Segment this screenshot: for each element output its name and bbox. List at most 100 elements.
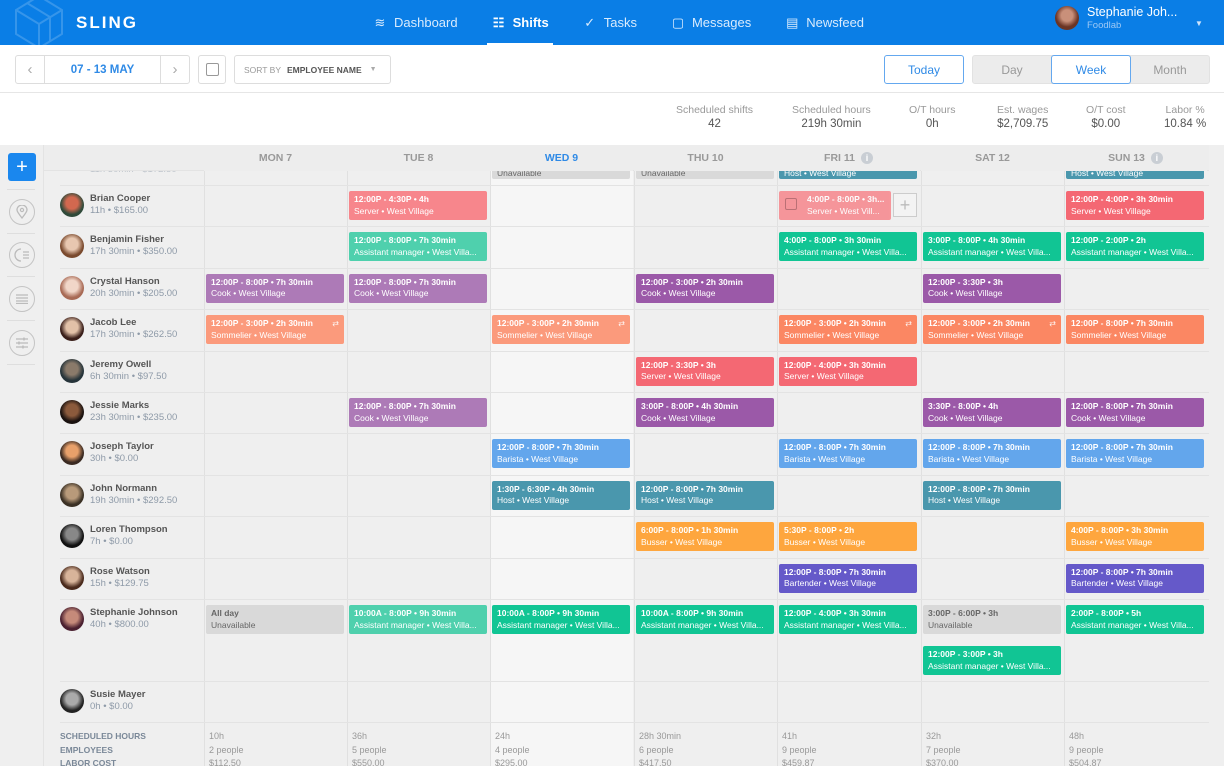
shift-block[interactable]: 10:00A - 8:00P • 9h 30min Assistant manag… xyxy=(349,605,487,634)
shift-block[interactable]: 12:00P - 8:00P • 7h 30min Bartender • Wes… xyxy=(1066,563,1204,593)
swap-icon[interactable]: ⇄ xyxy=(332,318,339,330)
employee-row-header[interactable]: Susie Mayer 0h • $0.00 xyxy=(60,689,206,713)
add-shift-button[interactable]: + xyxy=(8,153,36,181)
stat-label: Labor % xyxy=(1165,104,1205,116)
select-all-checkbox[interactable] xyxy=(198,55,226,84)
employee-row-header[interactable]: Benjamin Fisher 17h 30min • $350.00 xyxy=(60,234,206,259)
employee-row-header[interactable]: Jeremy Owell 6h 30min • $97.50 xyxy=(60,358,206,383)
employee-row-header[interactable]: Stephanie Johnson 40h • $800.00 xyxy=(60,607,206,631)
shift-block[interactable]: 12:00P - 4:00P • 3h 30min Server • West V… xyxy=(1066,191,1204,220)
day-column xyxy=(634,171,777,766)
unavailability-block[interactable]: All day Unavailable xyxy=(206,605,344,634)
shift-block[interactable]: 6:00P - 8:00P • 1h 30min Busser • West Vi… xyxy=(636,522,774,552)
shift-block[interactable]: 5:30P - 8:00P • 2h Busser • West Village xyxy=(779,522,917,552)
day-header[interactable]: THU 10 xyxy=(634,145,777,171)
employee-row-header[interactable]: Joseph Taylor 30h • $0.00 xyxy=(60,441,206,466)
employee-row-header[interactable]: John Normann 19h 30min • $292.50 xyxy=(60,482,206,507)
shift-time: 12:00P - 8:00P • 7h 30min xyxy=(497,442,599,453)
prev-week-button[interactable]: ‹ xyxy=(16,56,44,83)
stat-est-wages: Est. wages $2,709.75 xyxy=(997,104,1048,130)
user-list-icon[interactable] xyxy=(9,242,35,268)
shift-role: Unavailable xyxy=(211,619,256,630)
employee-row-header[interactable]: Loren Thompson 7h • $0.00 xyxy=(60,524,206,549)
nav-label: Newsfeed xyxy=(806,15,865,30)
employee-row-header[interactable]: Rose Watson 15h • $129.75 xyxy=(60,565,206,590)
employee-row-header[interactable]: Jessie Marks 23h 30min • $235.00 xyxy=(60,400,206,424)
nav-dashboard[interactable]: ≋ Dashboard xyxy=(372,0,458,45)
shift-block[interactable]: 12:00P - 8:00P • 7h 30min Cook • West Vil… xyxy=(349,273,487,303)
shift-block[interactable]: 12:00P - 3:00P • 2h 30min Cook • West Vil… xyxy=(636,273,774,303)
shift-block[interactable]: 3:00P - 8:00P • 4h 30min Assistant manage… xyxy=(923,232,1061,262)
next-week-button[interactable]: › xyxy=(161,56,189,83)
chevron-right-icon: › xyxy=(172,61,178,78)
sort-by-dropdown[interactable]: SORT BY EMPLOYEE NAME ▼ xyxy=(234,55,391,84)
shift-block[interactable]: 12:00P - 8:00P • 7h 30min Assistant manag… xyxy=(349,232,487,262)
today-button[interactable]: Today xyxy=(884,55,964,84)
shift-block[interactable]: 12:00P - 3:00P • 2h 30min Sommelier • Wes… xyxy=(923,315,1061,345)
employee-avatar xyxy=(60,441,84,466)
shift-block[interactable]: 12:00P - 8:00P • 7h 30min Barista • West … xyxy=(779,439,917,469)
shift-block[interactable]: 12:00P - 8:00P • 7h 30min Cook • West Vil… xyxy=(1066,398,1204,427)
employee-row-header[interactable]: Jacob Lee 17h 30min • $262.50 xyxy=(60,317,206,342)
day-header[interactable]: SAT 12 xyxy=(921,145,1064,171)
shift-block[interactable]: 12:00P - 3:00P • 2h 30min Sommelier • Wes… xyxy=(206,315,344,345)
day-header[interactable]: WED 9 xyxy=(490,145,633,171)
shift-block[interactable]: 1:30P - 6:30P • 4h 30min Host • West Vill… xyxy=(492,480,630,510)
unavailability-block[interactable]: 3:00P - 6:00P • 3h Unavailable xyxy=(923,605,1061,634)
shift-block[interactable]: 12:00P - 3:00P • 2h 30min Sommelier • Wes… xyxy=(779,315,917,345)
date-range-label[interactable]: 07 - 13 MAY xyxy=(44,56,161,83)
shift-block[interactable]: 12:00P - 8:00P • 7h 30min Host • West Vil… xyxy=(636,480,774,510)
nav-tasks[interactable]: ✓ Tasks xyxy=(582,0,637,45)
day-header[interactable]: SUN 13 i xyxy=(1064,145,1207,171)
info-icon[interactable]: i xyxy=(1150,152,1163,164)
shift-checkbox[interactable] xyxy=(785,198,797,210)
shift-block[interactable]: 12:00P - 3:30P • 3h Cook • West Village xyxy=(923,273,1061,303)
shift-block[interactable]: 12:00P - 3:30P • 3h Server • West Village xyxy=(636,356,774,386)
shift-block[interactable]: 12:00P - 8:00P • 7h 30min Cook • West Vil… xyxy=(206,273,344,303)
shift-block[interactable]: 3:30P - 8:00P • 4h Cook • West Village xyxy=(923,398,1061,427)
list-icon[interactable] xyxy=(9,286,35,312)
user-menu[interactable]: Stephanie Joh... Foodlab ▼ xyxy=(1055,5,1203,31)
shift-time: 10:00A - 8:00P • 9h 30min xyxy=(354,608,457,618)
shift-block[interactable]: 12:00P - 8:00P • 7h 30min Bartender • Wes… xyxy=(779,563,917,593)
shift-block[interactable]: 3:00P - 8:00P • 4h 30min Cook • West Vill… xyxy=(636,398,774,427)
employee-row-header[interactable]: Crystal Hanson 20h 30min • $205.00 xyxy=(60,275,206,300)
location-icon[interactable] xyxy=(9,199,35,225)
shift-block[interactable]: 4:00P - 8:00P • 3h 30min Busser • West Vi… xyxy=(1066,522,1204,552)
shift-block[interactable]: 10:00A - 8:00P • 9h 30min Assistant manag… xyxy=(492,605,630,634)
shift-block[interactable]: 2:00P - 8:00P • 5h Assistant manager • We… xyxy=(1066,605,1204,634)
shift-block[interactable]: 10:00A - 8:00P • 9h 30min Assistant manag… xyxy=(636,605,774,634)
shift-block[interactable]: 12:00P - 3:00P • 2h 30min Sommelier • Wes… xyxy=(492,315,630,345)
view-month-button[interactable]: Month xyxy=(1131,56,1209,83)
day-header[interactable]: TUE 8 xyxy=(347,145,490,171)
employee-row-header[interactable]: Brian Cooper 11h • $165.00 xyxy=(60,193,206,217)
filter-icon[interactable] xyxy=(9,330,35,356)
day-header[interactable]: FRI 11 i xyxy=(777,145,920,171)
shift-block[interactable]: 4:00P - 8:00P • 3h 30min Assistant manage… xyxy=(779,232,917,262)
shift-block[interactable]: 12:00P - 8:00P • 7h 30min Sommelier • Wes… xyxy=(1066,315,1204,345)
shift-block[interactable]: 12:00P - 8:00P • 7h 30min Barista • West … xyxy=(1066,439,1204,469)
shift-block[interactable]: 12:00P - 3:00P • 3h Assistant manager • W… xyxy=(923,646,1061,675)
nav-newsfeed[interactable]: ▤ Newsfeed xyxy=(784,0,864,45)
app-logo[interactable]: SLING xyxy=(76,13,138,33)
shift-block[interactable]: 4:00P - 8:00P • 3h... Server • West Vill.… xyxy=(779,191,891,220)
info-icon[interactable]: i xyxy=(860,152,873,164)
swap-icon[interactable]: ⇄ xyxy=(905,318,912,330)
shift-block[interactable]: 12:00P - 4:00P • 3h 30min Assistant manag… xyxy=(779,605,917,634)
nav-shifts[interactable]: ☷ Shifts xyxy=(486,0,553,45)
shift-block[interactable]: 12:00P - 2:00P • 2h Assistant manager • W… xyxy=(1066,232,1204,262)
shift-block[interactable]: 12:00P - 8:00P • 7h 30min Host • West Vil… xyxy=(923,480,1061,510)
shift-block[interactable]: 12:00P - 4:00P • 3h 30min Server • West V… xyxy=(779,356,917,386)
shift-block[interactable]: 12:00P - 4:30P • 4h Server • West Village xyxy=(349,191,487,220)
add-shift-slot-button[interactable]: + xyxy=(893,193,917,217)
view-day-button[interactable]: Day xyxy=(973,56,1051,83)
shift-block[interactable]: 12:00P - 8:00P • 7h 30min Barista • West … xyxy=(923,439,1061,469)
swap-icon[interactable]: ⇄ xyxy=(1049,318,1056,330)
shift-block[interactable]: 12:00P - 8:00P • 7h 30min Barista • West … xyxy=(492,439,630,469)
view-week-button[interactable]: Week xyxy=(1051,55,1131,84)
swap-icon[interactable]: ⇄ xyxy=(618,318,625,330)
shift-time: 12:00P - 3:00P • 2h 30min xyxy=(784,318,886,329)
nav-messages[interactable]: ▢ Messages xyxy=(670,0,751,45)
shift-block[interactable]: 12:00P - 8:00P • 7h 30min Cook • West Vil… xyxy=(349,398,487,427)
day-header[interactable]: MON 7 xyxy=(204,145,347,171)
